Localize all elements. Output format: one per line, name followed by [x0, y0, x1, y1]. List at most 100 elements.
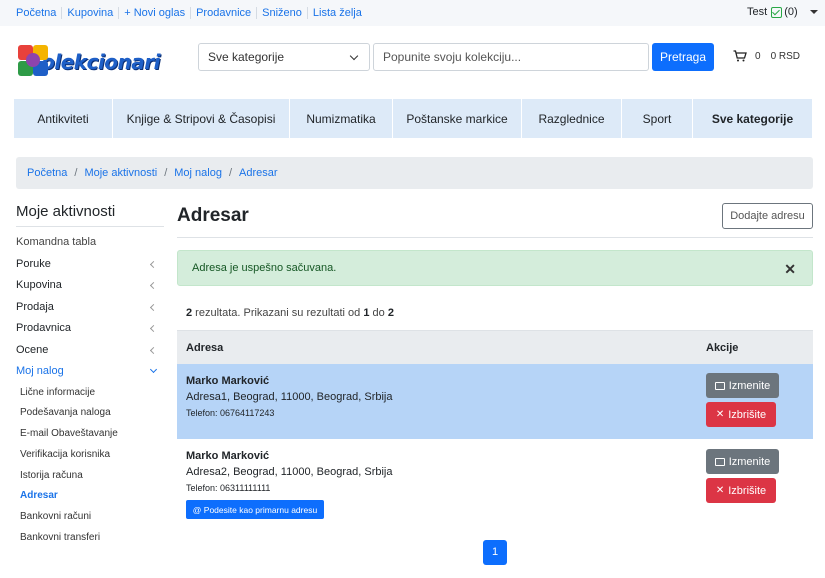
caret-down-icon: [809, 10, 818, 14]
close-icon[interactable]: ✕: [784, 261, 796, 278]
site-logo[interactable]: Kolekcionari: [16, 42, 160, 82]
results-to: 2: [387, 307, 394, 319]
edit-button[interactable]: Izmenite: [706, 373, 779, 398]
contact-phone: Telefon: 06311111111: [186, 483, 271, 493]
table-row: Marko Marković Adresa1, Beograd, 11000, …: [177, 364, 813, 439]
chevron-left-icon: [149, 260, 158, 268]
edit-button[interactable]: Izmenite: [706, 449, 779, 474]
sidebar-subitem-bank-transfers[interactable]: Bankovni transferi: [16, 528, 164, 549]
cart-count: 0: [755, 50, 761, 62]
breadcrumb: Početna / Moje aktivnosti / Moj nalog / …: [16, 157, 813, 189]
top-link-shopping[interactable]: Kupovina: [61, 7, 118, 19]
pagination-page[interactable]: 1: [483, 540, 507, 565]
sidebar-item-ratings[interactable]: Ocene: [16, 340, 164, 362]
category-sport[interactable]: Sport: [622, 99, 693, 138]
check-icon: [771, 6, 783, 18]
title-divider: [177, 237, 813, 238]
edit-label: Izmenite: [728, 379, 771, 392]
chevron-down-icon: [149, 365, 158, 374]
sidebar-item-label: Kupovina: [16, 279, 62, 291]
search-button[interactable]: Pretraga: [652, 43, 714, 71]
sidebar-title: Moje aktivnosti: [16, 203, 164, 227]
sidebar-item-shop[interactable]: Prodavnica: [16, 318, 164, 340]
results-text: do: [369, 307, 388, 319]
sidebar-item-purchases[interactable]: Kupovina: [16, 275, 164, 297]
sidebar-subitem-email-notifications[interactable]: E-mail Obaveštavanje: [16, 424, 164, 445]
sidebar-item-my-account[interactable]: Moj nalog: [16, 361, 164, 383]
cart-total: 0 RSD: [770, 50, 801, 62]
search-input[interactable]: [373, 43, 649, 71]
chevron-left-icon: [149, 346, 158, 354]
results-text: rezultata. Prikazani su rezultati od: [192, 307, 364, 319]
category-books[interactable]: Knjige & Stripovi & Časopisi: [113, 99, 290, 138]
chevron-left-icon: [149, 281, 158, 290]
category-stamps[interactable]: Poštanske markice: [393, 99, 522, 138]
category-antiques[interactable]: Antikviteti: [14, 99, 113, 138]
cart-icon: [733, 50, 747, 62]
delete-label: Izbrišite: [728, 408, 767, 421]
category-select[interactable]: Sve kategorije: [198, 43, 370, 71]
sidebar-item-sales[interactable]: Prodaja: [16, 297, 164, 319]
table-row: Marko Marković Adresa2, Beograd, 11000, …: [177, 439, 813, 525]
breadcrumb-account[interactable]: Moj nalog: [174, 167, 222, 179]
delete-label: Izbrišite: [728, 484, 767, 497]
sidebar-item-label: Moj nalog: [16, 365, 64, 377]
sidebar-subitem-bank-accounts[interactable]: Bankovni računi: [16, 507, 164, 528]
sidebar-item-label: Prodaja: [16, 300, 54, 313]
delete-button[interactable]: ✕ Izbrišite: [706, 402, 776, 427]
page-title: Adresar: [177, 205, 249, 226]
sidebar: Komandna tabla Poruke Kupovina Prodaja P…: [16, 232, 164, 549]
alert-message: Adresa je uspešno sačuvana.: [192, 262, 337, 274]
user-name: Test: [747, 6, 768, 18]
top-link-new-ad[interactable]: + Novi oglas: [118, 7, 190, 19]
category-select-value: Sve kategorije: [208, 50, 285, 64]
user-menu[interactable]: Test (0): [747, 6, 818, 18]
contact-name: Marko Marković: [186, 375, 270, 387]
sidebar-item-dashboard[interactable]: Komandna tabla: [16, 232, 164, 254]
set-primary-address-button[interactable]: @ Podesite kao primarnu adresu: [186, 500, 324, 519]
category-numismatics[interactable]: Numizmatika: [290, 99, 393, 138]
sidebar-subitem-verification[interactable]: Verifikacija korisnika: [16, 445, 164, 466]
sidebar-item-label: Poruke: [16, 257, 51, 270]
category-nav: Antikviteti Knjige & Stripovi & Časopisi…: [14, 99, 812, 138]
table-header: Adresa Akcije: [177, 330, 813, 364]
top-link-wishlist[interactable]: Lista želja: [306, 7, 367, 19]
breadcrumb-home[interactable]: Početna: [27, 167, 67, 179]
folder-icon: [714, 457, 725, 466]
sidebar-subitem-address-book[interactable]: Adresar: [16, 486, 164, 507]
sidebar-subitem-account-settings[interactable]: Podešavanja naloga: [16, 403, 164, 424]
x-icon: ✕: [715, 485, 725, 496]
top-link-sale[interactable]: Sniženo: [256, 7, 307, 19]
sidebar-subitem-account-history[interactable]: Istorija računa: [16, 466, 164, 487]
contact-address: Adresa2, Beograd, 11000, Beograd, Srbija: [186, 466, 393, 478]
top-bar: Početna Kupovina + Novi oglas Prodavnice…: [0, 0, 825, 26]
results-summary: 2 rezultata. Prikazani su rezultati od 1…: [186, 307, 394, 319]
sidebar-subitem-personal-info[interactable]: Lične informacije: [16, 383, 164, 404]
contact-phone: Telefon: 06764117243: [186, 408, 275, 418]
top-link-shops[interactable]: Prodavnice: [190, 7, 256, 19]
top-links: Početna Kupovina + Novi oglas Prodavnice…: [16, 7, 367, 19]
folder-icon: [714, 381, 725, 390]
edit-label: Izmenite: [728, 455, 771, 468]
x-icon: ✕: [715, 409, 725, 420]
delete-button[interactable]: ✕ Izbrišite: [706, 478, 776, 503]
contact-name: Marko Marković: [186, 450, 270, 462]
sidebar-item-messages[interactable]: Poruke: [16, 254, 164, 276]
sidebar-item-label: Ocene: [16, 343, 49, 356]
category-postcards[interactable]: Razglednice: [522, 99, 622, 138]
breadcrumb-separator: /: [228, 167, 233, 179]
breadcrumb-current[interactable]: Adresar: [239, 167, 278, 179]
category-all[interactable]: Sve kategorije: [693, 99, 812, 138]
sidebar-item-label: Prodavnica: [16, 322, 72, 334]
breadcrumb-separator: /: [164, 167, 168, 179]
column-actions: Akcije: [706, 342, 739, 354]
chevron-left-icon: [149, 303, 158, 311]
breadcrumb-separator: /: [74, 167, 78, 179]
success-alert: Adresa je uspešno sačuvana. ✕: [177, 250, 813, 286]
cart[interactable]: 0 0 RSD: [733, 50, 800, 62]
top-link-home[interactable]: Početna: [16, 7, 61, 19]
column-address: Adresa: [186, 342, 224, 354]
breadcrumb-activities[interactable]: Moje aktivnosti: [84, 167, 157, 179]
contact-address: Adresa1, Beograd, 11000, Beograd, Srbija: [186, 391, 393, 403]
add-address-button[interactable]: Dodajte adresu: [722, 203, 813, 229]
